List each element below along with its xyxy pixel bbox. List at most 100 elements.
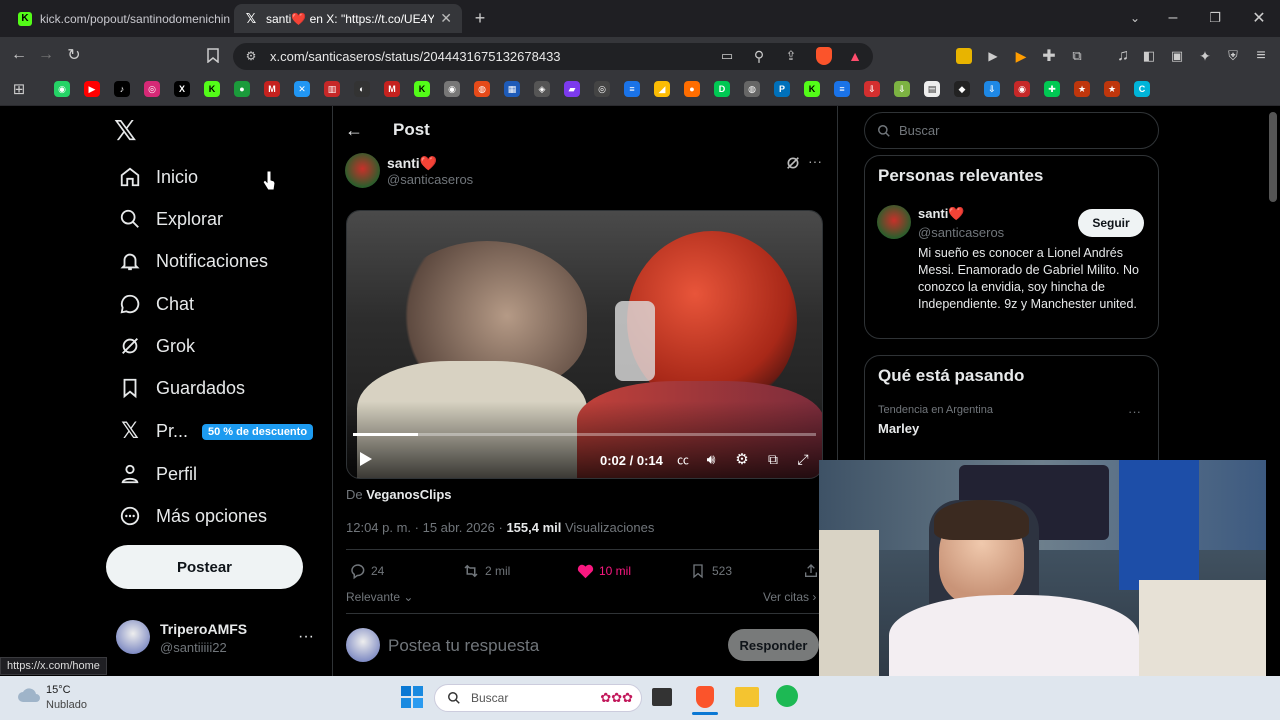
bookmark-icon[interactable]: D [714, 81, 730, 97]
bookmark-icon[interactable]: ⇩ [984, 81, 1000, 97]
back-arrow-icon[interactable]: ← [345, 120, 365, 140]
vpn-icon[interactable]: ⛨ [1224, 47, 1242, 65]
extension-icon[interactable] [956, 48, 972, 64]
reply-button[interactable]: Responder [728, 629, 819, 661]
paypal-icon[interactable]: P [774, 81, 790, 97]
nav-grok[interactable]: Grok [106, 326, 207, 366]
author-name[interactable]: santi❤️ [387, 155, 437, 172]
bookmark-icon[interactable]: ▥ [324, 81, 340, 97]
account-more-icon[interactable]: ··· [298, 628, 314, 646]
close-tab-icon[interactable]: ✕ [434, 10, 452, 27]
bookmark-icon[interactable]: ◈ [534, 81, 550, 97]
nav-mas-opciones[interactable]: Más opciones [106, 496, 279, 536]
account-avatar[interactable] [116, 620, 150, 654]
bookmark-icon[interactable]: ≡ [834, 81, 850, 97]
author-handle[interactable]: @santicaseros [387, 172, 473, 187]
trend-more-icon[interactable]: ··· [1128, 404, 1141, 419]
scrollbar-thumb[interactable] [1269, 112, 1277, 202]
close-window-icon[interactable]: ✕ [1250, 9, 1268, 27]
windows-start-icon[interactable] [401, 686, 423, 708]
bookmark-icon[interactable]: ◉ [1014, 81, 1030, 97]
x-bookmark-icon[interactable]: X [174, 81, 190, 97]
screenshot-icon[interactable]: ⧉ [1068, 47, 1086, 65]
kick-bookmark-icon[interactable]: K [204, 81, 220, 97]
bookmark-icon[interactable]: C [1134, 81, 1150, 97]
video-player[interactable]: 0:02 / 0:14 ㏄ 🔊︎ ⚙ ⧉ ⤢ [346, 210, 823, 479]
bookmark-icon[interactable]: ◢ [654, 81, 670, 97]
post-more-icon[interactable]: ··· [808, 153, 822, 169]
cast-icon[interactable]: ▭ [718, 47, 736, 65]
bookmark-icon[interactable]: ◆ [954, 81, 970, 97]
bookmark-icon[interactable]: ◎ [594, 81, 610, 97]
reply-action[interactable]: 24 [349, 562, 384, 580]
share-icon[interactable]: ⇪ [782, 47, 800, 65]
bookmark-icon[interactable]: ● [234, 81, 250, 97]
bookmark-icon[interactable]: ▰ [564, 81, 580, 97]
nav-perfil[interactable]: Perfil [106, 454, 209, 494]
x-home-logo-icon[interactable]: 𝕏 [114, 117, 142, 145]
wallet-icon[interactable]: ▣ [1168, 47, 1186, 65]
play-icon[interactable] [359, 451, 375, 467]
grok-explain-icon[interactable] [785, 155, 801, 171]
weather-condition[interactable]: Nublado [46, 699, 87, 711]
apps-grid-icon[interactable]: ⊞ [10, 80, 28, 98]
task-view-icon[interactable] [652, 688, 672, 706]
minimize-icon[interactable]: – [1164, 9, 1182, 27]
pip-icon[interactable]: ⧉ [765, 451, 781, 467]
sidebar-icon[interactable]: ◧ [1140, 47, 1158, 65]
whatsapp-icon[interactable]: ◉ [54, 81, 70, 97]
source-link[interactable]: VeganosClips [366, 487, 451, 502]
new-tab-button[interactable]: + [470, 8, 490, 28]
captions-icon[interactable]: ㏄ [675, 451, 691, 467]
bookmark-icon[interactable]: ● [684, 81, 700, 97]
nav-explorar[interactable]: Explorar [106, 199, 235, 239]
person-name[interactable]: santi❤️ [918, 206, 965, 222]
nav-notificaciones[interactable]: Notificaciones [106, 241, 280, 281]
bookmark-icon[interactable]: ★ [1074, 81, 1090, 97]
video-progress-track[interactable] [353, 433, 816, 436]
weather-cloud-icon[interactable] [16, 686, 42, 704]
url-text[interactable]: x.com/santicaseros/status/20444316751326… [270, 49, 561, 64]
reload-icon[interactable]: ↻ [65, 46, 83, 64]
post-timestamp[interactable]: 12:04 p. m. · 15 abr. 2026 · [346, 520, 506, 535]
fullscreen-icon[interactable]: ⤢ [795, 451, 811, 467]
account-name[interactable]: TriperoAMFS [160, 621, 247, 637]
tab-search-chevron-icon[interactable]: ⌄ [1126, 9, 1144, 27]
bookmark-icon[interactable]: ◍ [744, 81, 760, 97]
bookmark-icon[interactable]: K [414, 81, 430, 97]
bookmark-icon[interactable]: ≡ [624, 81, 640, 97]
like-action[interactable]: 10 mil [576, 562, 631, 579]
view-quotes-link[interactable]: Ver citas › [763, 590, 816, 604]
tab-kick[interactable]: K kick.com/popout/santinodomenichin [8, 4, 232, 33]
nav-guardados[interactable]: Guardados [106, 368, 257, 408]
gmail-icon[interactable]: M [264, 81, 280, 97]
volume-icon[interactable]: 🔊︎ [703, 451, 719, 467]
settings-gear-icon[interactable]: ⚙ [734, 451, 750, 468]
bookmark-icon[interactable]: ◍ [474, 81, 490, 97]
tiktok-icon[interactable]: ♪ [114, 81, 130, 97]
bookmark-icon[interactable]: ▤ [924, 81, 940, 97]
extension-play-icon[interactable]: ▶ [984, 47, 1002, 65]
person-handle[interactable]: @santicaseros [918, 225, 1004, 240]
bookmark-icon[interactable]: ⇩ [894, 81, 910, 97]
nav-chat[interactable]: Chat [106, 284, 206, 324]
trend-name[interactable]: Marley [878, 421, 919, 436]
menu-icon[interactable]: ≡ [1252, 47, 1270, 65]
search-input[interactable]: Buscar [899, 123, 939, 138]
search-box[interactable]: Buscar [864, 112, 1159, 149]
bookmark-icon[interactable]: M [384, 81, 400, 97]
bookmark-icon[interactable]: ⇩ [864, 81, 880, 97]
bookmark-icon[interactable]: ▦ [504, 81, 520, 97]
tab-x-post[interactable]: 𝕏 santi❤️ en X: "https://t.co/UE4Y ✕ [234, 4, 462, 33]
media-icon[interactable]: ♫ [1114, 47, 1132, 65]
brave-shields-icon[interactable] [816, 47, 832, 65]
premium-discount-badge[interactable]: 50 % de descuento [202, 424, 314, 440]
bookmark-icon[interactable]: ★ [1104, 81, 1120, 97]
site-info-icon[interactable]: ⚙ [243, 48, 259, 64]
extension-youtube-icon[interactable]: ▶ [1012, 47, 1030, 65]
forward-icon[interactable]: → [37, 46, 55, 64]
follow-button[interactable]: Seguir [1078, 209, 1144, 237]
nav-inicio[interactable]: Inicio [106, 157, 210, 197]
bookmark-icon[interactable]: ✚ [1044, 81, 1060, 97]
person-avatar[interactable] [877, 205, 911, 239]
